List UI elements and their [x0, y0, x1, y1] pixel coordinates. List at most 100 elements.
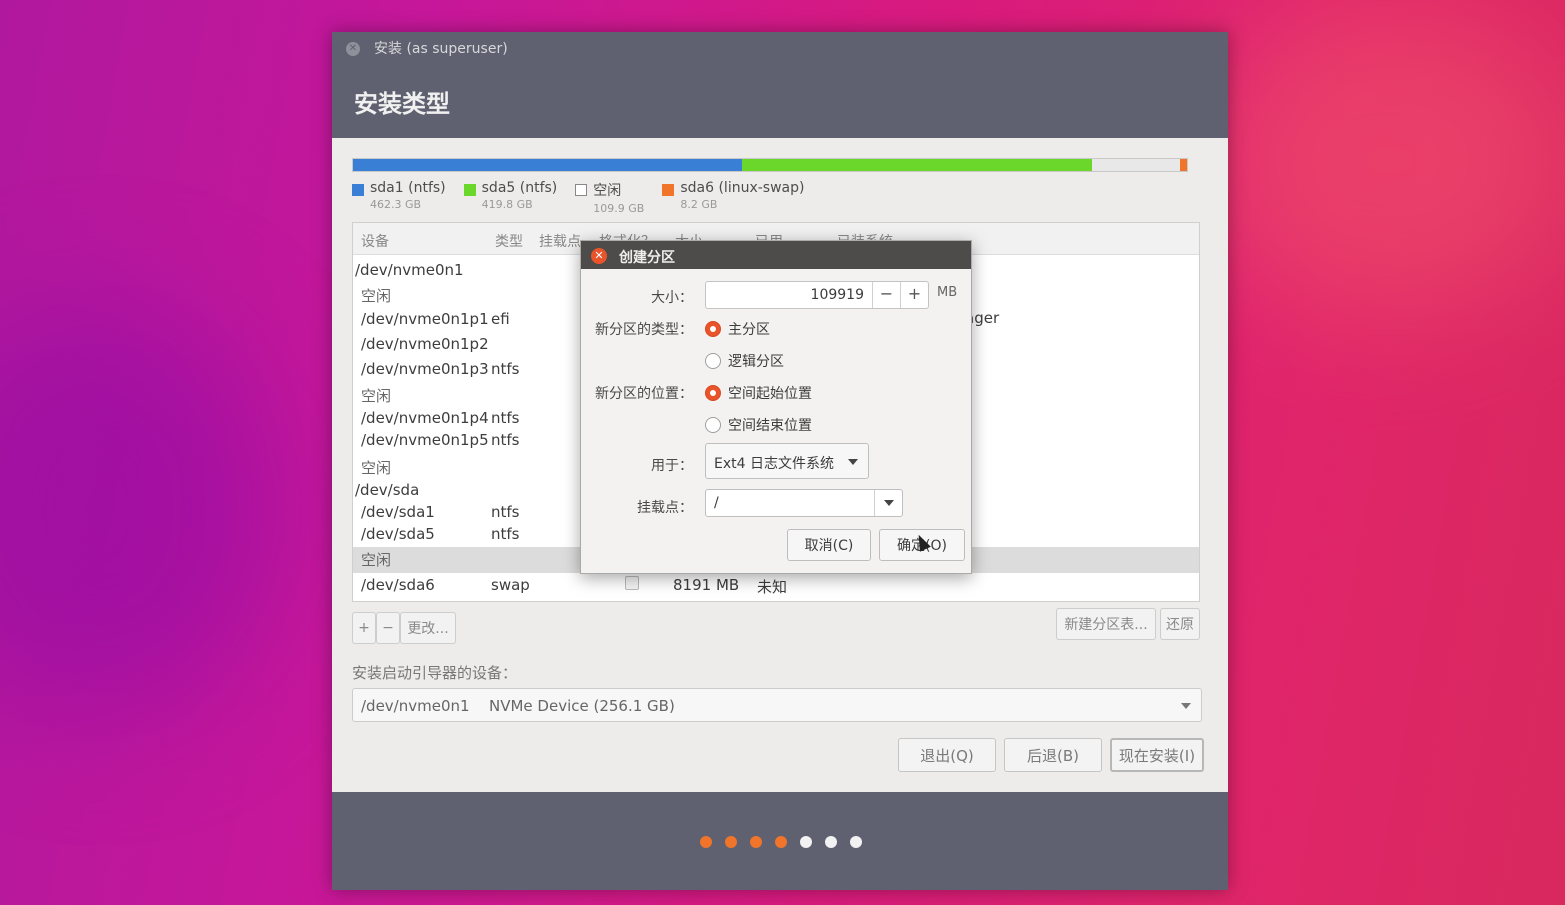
row-type: ntfs [491, 503, 520, 521]
row-device: /dev/nvme0n1p4 [361, 409, 489, 427]
row-type: ntfs [491, 431, 520, 449]
install-now-button[interactable]: 现在安装(I) [1110, 738, 1204, 772]
disk-legend: sda1 (ntfs) 462.3 GB sda5 (ntfs) 419.8 GB 空闲… [352, 180, 822, 215]
row-device: /dev/nvme0n1p5 [361, 431, 489, 449]
step-dot [775, 836, 787, 848]
radio-logical-partition[interactable]: 逻辑分区 [705, 351, 784, 371]
radio-selected-icon [705, 321, 721, 337]
row-device: 空闲 [361, 459, 392, 477]
cancel-button[interactable]: 取消(C) [787, 529, 871, 561]
partition-type-label: 新分区的类型： [595, 322, 693, 338]
mount-point-label: 挂载点： [637, 500, 693, 516]
col-device[interactable]: 设备 [361, 231, 389, 251]
mount-point-value[interactable]: / [714, 495, 719, 511]
step-dot [825, 836, 837, 848]
change-partition-button[interactable]: 更改... [400, 612, 456, 644]
format-checkbox[interactable] [625, 576, 639, 590]
legend-size: 419.8 GB [481, 198, 533, 211]
row-type: ntfs [491, 525, 520, 543]
legend-item: sda1 (ntfs) 462.3 GB [352, 180, 446, 215]
legend-size: 8.2 GB [680, 198, 718, 211]
row-device: /dev/nvme0n1p2 [361, 335, 489, 353]
legend-size: 109.9 GB [593, 202, 645, 215]
step-dot [850, 836, 862, 848]
legend-name: sda6 (linux-swap) [680, 180, 805, 196]
filesystem-select[interactable]: Ext4 日志文件系统 [705, 443, 869, 479]
create-partition-dialog: ✕ 创建分区 大小： 109919 − + MB 新分区的类型： 主分区 逻辑分… [580, 240, 972, 574]
row-device: /dev/nvme0n1p3 [361, 360, 489, 378]
disk-segment-sda6 [1180, 159, 1187, 171]
legend-item: sda6 (linux-swap) 8.2 GB [662, 180, 804, 215]
quit-button[interactable]: 退出(Q) [898, 738, 996, 772]
bootloader-device-description: NVMe Device (256.1 GB) [489, 697, 675, 715]
row-device: /dev/sda [355, 481, 420, 499]
step-progress [700, 836, 862, 848]
window-title: 安装 (as superuser) [374, 41, 508, 57]
dialog-title: 创建分区 [619, 250, 675, 266]
size-spinbox[interactable]: 109919 − + [705, 281, 929, 309]
radio-location-end[interactable]: 空间结束位置 [705, 415, 812, 435]
background-glow [0, 300, 280, 720]
chevron-down-icon [1181, 703, 1191, 709]
radio-location-start-label: 空间起始位置 [728, 386, 812, 402]
close-icon[interactable]: ✕ [346, 42, 360, 56]
table-row[interactable]: /dev/sda6 swap 8191 MB 未知 [353, 574, 1199, 598]
table-buttons: + − 更改... [352, 612, 456, 644]
mount-point-combo[interactable]: / [705, 489, 903, 517]
revert-button[interactable]: 还原 [1160, 608, 1200, 640]
disk-usage-bar [352, 158, 1188, 172]
row-type: ntfs [491, 360, 520, 378]
legend-swatch [463, 184, 476, 196]
size-unit: MB [937, 285, 958, 300]
step-dot [800, 836, 812, 848]
chevron-down-icon [848, 459, 858, 465]
legend-item: 空闲 109.9 GB [575, 180, 644, 215]
disk-segment-free [1091, 159, 1181, 171]
radio-unselected-icon [705, 353, 721, 369]
step-dot [750, 836, 762, 848]
close-icon[interactable]: ✕ [591, 248, 607, 264]
disk-segment-sda5 [741, 159, 1092, 171]
disk-segment-sda1 [353, 159, 742, 171]
size-label: 大小： [651, 290, 693, 306]
legend-swatch [575, 184, 588, 196]
back-button[interactable]: 后退(B) [1004, 738, 1102, 772]
bootloader-device-select[interactable]: /dev/nvme0n1 NVMe Device (256.1 GB) [352, 688, 1202, 722]
new-partition-table-button[interactable]: 新建分区表... [1056, 608, 1156, 640]
legend-swatch [352, 184, 364, 196]
col-type[interactable]: 类型 [495, 231, 523, 251]
bootloader-device: /dev/nvme0n1 [361, 697, 470, 715]
page-heading: 安装类型 [354, 90, 450, 118]
row-type: efi [491, 310, 510, 328]
chevron-down-icon [884, 500, 894, 506]
partition-location-label: 新分区的位置： [595, 386, 693, 402]
radio-location-end-label: 空间结束位置 [728, 418, 812, 434]
row-device: /dev/nvme0n1p1 [361, 310, 489, 328]
step-dot [700, 836, 712, 848]
legend-name: 空闲 [593, 183, 622, 199]
row-size: 8191 MB [673, 576, 740, 594]
background-glow [1200, 0, 1565, 320]
size-value[interactable]: 109919 [811, 287, 864, 303]
decrement-button[interactable]: − [872, 282, 900, 308]
radio-selected-icon [705, 385, 721, 401]
legend-swatch [662, 184, 675, 196]
add-partition-button[interactable]: + [352, 612, 376, 644]
legend-size: 462.3 GB [370, 198, 422, 211]
row-device: 空闲 [361, 551, 392, 569]
radio-location-start[interactable]: 空间起始位置 [705, 383, 812, 403]
use-as-label: 用于： [651, 458, 693, 474]
row-device: /dev/sda1 [361, 503, 435, 521]
action-buttons: 退出(Q) 后退(B) 现在安装(I) [898, 738, 1204, 772]
col-mount[interactable]: 挂载点 [539, 231, 581, 251]
step-dot [725, 836, 737, 848]
mount-dropdown-button[interactable] [874, 490, 902, 516]
row-device: /dev/sda6 [361, 576, 435, 594]
table-right-buttons: 新建分区表... 还原 [1056, 608, 1200, 640]
remove-partition-button[interactable]: − [376, 612, 400, 644]
legend-item: sda5 (ntfs) 419.8 GB [463, 180, 557, 215]
bootloader-label: 安装启动引导器的设备： [352, 664, 518, 682]
legend-name: sda1 (ntfs) [370, 180, 446, 196]
increment-button[interactable]: + [900, 282, 928, 308]
radio-primary-partition[interactable]: 主分区 [705, 319, 770, 339]
